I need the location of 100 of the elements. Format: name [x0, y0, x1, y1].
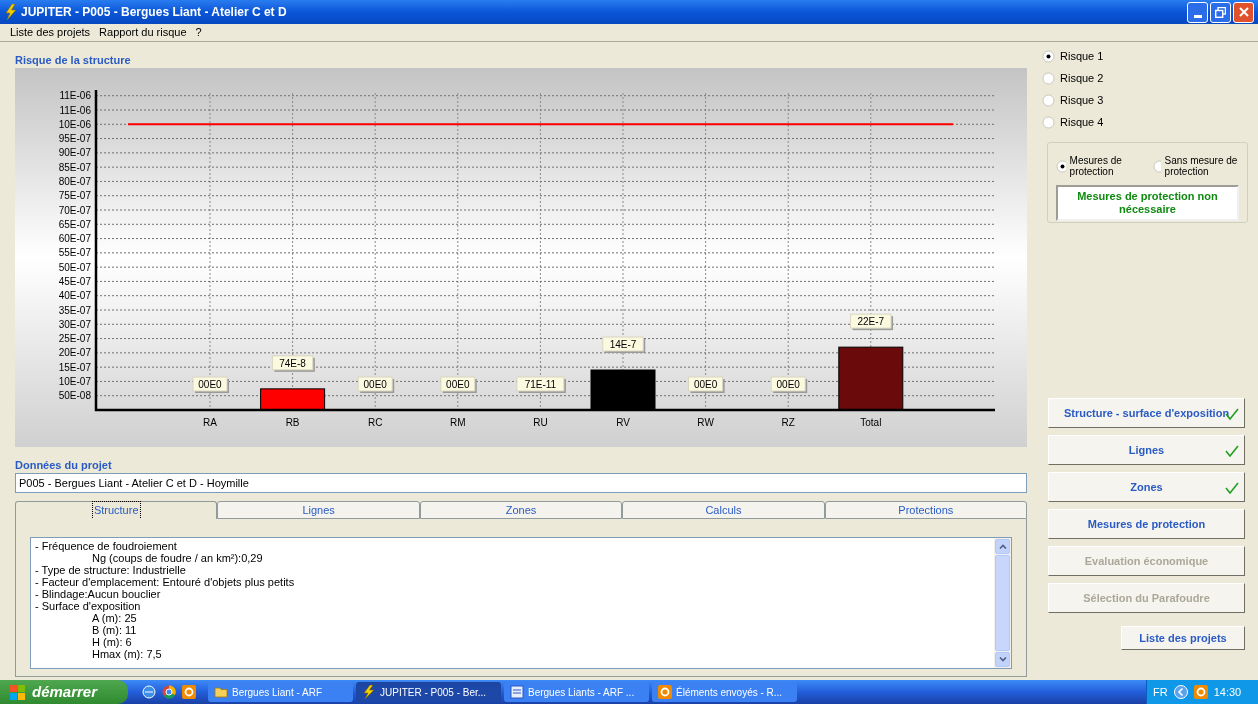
step-button[interactable]: Lignes	[1048, 435, 1245, 465]
detail-line: Hmax (m): 7,5	[91, 648, 163, 660]
tab[interactable]: Calculs	[622, 501, 825, 519]
y-tick-label: 25E-07	[58, 333, 91, 345]
detail-line: - Type de structure: Industrielle	[35, 564, 187, 576]
scrollbar[interactable]	[994, 538, 1011, 668]
data-label: 22E-7	[857, 316, 885, 328]
data-label: 74E-8	[279, 357, 307, 369]
project-field[interactable]: P005 - Bergues Liant - Atelier C et D - Hoymille	[15, 473, 1027, 493]
y-tick-label: 20E-07	[58, 347, 91, 359]
browser-icon[interactable]	[142, 685, 156, 699]
value-label: 71E-11	[516, 376, 566, 393]
y-tick-label: 15E-07	[58, 361, 91, 373]
y-tick-label: 10E-07	[58, 375, 91, 387]
data-label: 14E-7	[609, 339, 637, 350]
project-list-button[interactable]: Liste des projets	[1121, 626, 1245, 650]
radio-button[interactable]	[1042, 93, 1055, 107]
mail-app-icon	[658, 685, 672, 699]
restore-icon	[1215, 6, 1226, 18]
taskbar-button[interactable]: Bergues Liants - ARF ...	[504, 682, 649, 702]
y-tick-label: 45E-07	[58, 275, 91, 287]
detail-line: - Facteur d'emplacement: Entouré d'objets plus petits	[35, 576, 296, 588]
start-button[interactable]: démarrer	[0, 680, 128, 704]
step-button[interactable]: Zones	[1048, 472, 1245, 502]
value-label: 22E-7	[850, 313, 894, 331]
minimize-button[interactable]	[1187, 1, 1208, 23]
detail-line: Ng (coups de foudre / an km²):0,29	[91, 552, 264, 564]
value-label: 00E0	[357, 376, 395, 393]
language-indicator[interactable]: FR	[1153, 683, 1168, 701]
y-tick-label: 90E-07	[58, 147, 91, 159]
taskbar-button[interactable]: Bergues Liant - ARF	[208, 682, 353, 702]
data-label: 00E0	[776, 379, 801, 390]
scroll-up-button[interactable]	[995, 539, 1010, 554]
value-label: 00E0	[192, 376, 229, 393]
tab[interactable]: Structure	[15, 501, 218, 519]
step-button[interactable]: Structure - surface d'exposition	[1048, 398, 1245, 428]
y-tick-label: 11E-06	[59, 90, 91, 102]
lightning-icon	[362, 685, 376, 699]
close-icon	[1238, 7, 1249, 17]
x-tick-label: RC	[367, 417, 383, 428]
detail-line: - Fréquence de foudroiement	[35, 540, 178, 552]
radio-button[interactable]	[1042, 71, 1055, 85]
y-tick-label: 50E-08	[58, 390, 91, 402]
scroll-thumb[interactable]	[995, 555, 1010, 651]
y-tick-label: 30E-07	[58, 318, 91, 330]
x-tick-label: RU	[533, 417, 548, 428]
radio-label[interactable]: Mesures de protection	[1069, 155, 1143, 177]
protection-message: Mesures de protection non nécessaire	[1056, 185, 1239, 221]
radio-label[interactable]: Risque 1	[1060, 47, 1104, 65]
tab[interactable]: Zones	[419, 501, 623, 519]
maximize-button[interactable]	[1210, 1, 1231, 23]
radio-label[interactable]: Sans mesure de protection	[1164, 155, 1239, 177]
close-button[interactable]	[1233, 1, 1254, 23]
window-title: JUPITER - P005 - Bergues Liant - Atelier C et D	[21, 4, 287, 21]
x-tick-label: RZ	[781, 417, 795, 428]
data-label: 71E-11	[524, 378, 557, 390]
section-title: Risque de la structure	[15, 53, 132, 68]
y-tick-label: 75E-07	[58, 190, 91, 202]
mail-app-icon[interactable]	[182, 685, 196, 699]
scroll-down-button[interactable]	[995, 652, 1010, 667]
y-tick-label: 40E-07	[58, 290, 91, 302]
y-tick-label: 80E-07	[58, 175, 91, 187]
y-tick-label: 95E-07	[58, 133, 91, 145]
data-label: 00E0	[693, 379, 718, 390]
mail-app-icon[interactable]	[1193, 685, 1208, 699]
y-tick-label: 55E-07	[58, 247, 91, 259]
radio-label[interactable]: Risque 3	[1060, 91, 1104, 109]
radio-label[interactable]: Risque 2	[1060, 69, 1104, 87]
x-tick-label: RM	[450, 417, 466, 428]
tab[interactable]: Protections	[824, 501, 1028, 519]
taskbar-button[interactable]: Éléments envoyés - R...	[652, 682, 797, 702]
y-tick-label: 70E-07	[58, 204, 91, 216]
taskbar-button[interactable]: JUPITER - P005 - Ber...	[356, 682, 501, 702]
value-label: 00E0	[688, 376, 725, 393]
radio-label[interactable]: Risque 4	[1060, 113, 1104, 131]
data-label: 00E0	[363, 379, 388, 390]
tab[interactable]: Lignes	[217, 501, 420, 519]
menu-item[interactable]: Liste des projets	[10, 24, 91, 41]
browser-icon[interactable]	[162, 685, 176, 699]
data-label: 00E0	[198, 379, 223, 390]
detail-line: A (m): 25	[91, 612, 138, 624]
y-tick-label: 65E-07	[58, 218, 91, 230]
value-label: 00E0	[440, 376, 477, 393]
radio-button[interactable]	[1042, 115, 1055, 129]
radio-button[interactable]	[1056, 159, 1066, 173]
detail-line: B (m): 11	[91, 624, 138, 636]
x-tick-label: RV	[616, 417, 630, 428]
y-tick-label: 60E-07	[58, 233, 91, 245]
check-icon	[1225, 482, 1239, 494]
step-button[interactable]: Mesures de protection	[1048, 509, 1245, 539]
value-label: 74E-8	[271, 355, 315, 372]
menu-item[interactable]: Rapport du risque	[99, 24, 187, 41]
data-label: 00E0	[446, 379, 470, 390]
y-tick-label: 85E-07	[58, 161, 91, 173]
check-icon	[1225, 445, 1239, 457]
menu-item[interactable]: ?	[195, 24, 202, 41]
radio-button[interactable]	[1152, 159, 1161, 173]
y-tick-label: 50E-07	[58, 261, 91, 273]
chevron-icon[interactable]	[1173, 685, 1188, 699]
radio-button[interactable]	[1042, 49, 1055, 63]
